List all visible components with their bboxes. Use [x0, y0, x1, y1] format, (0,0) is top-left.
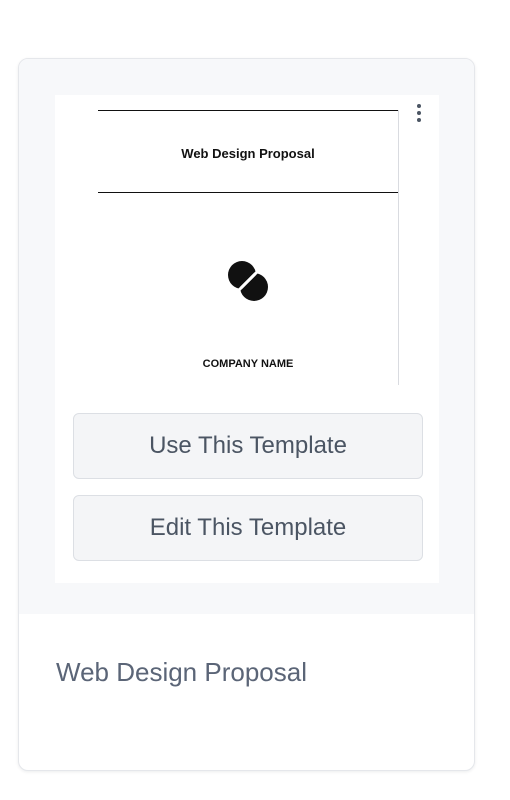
- document-title: Web Design Proposal: [181, 146, 315, 161]
- template-card[interactable]: Web Design Proposal COMPANY NAME Use Thi…: [18, 58, 475, 771]
- menu-dot: [417, 111, 421, 115]
- menu-dot: [417, 104, 421, 108]
- company-name: COMPANY NAME: [202, 358, 294, 370]
- company-logo-icon: [228, 261, 268, 301]
- template-preview-area: Web Design Proposal COMPANY NAME Use Thi…: [19, 59, 474, 614]
- menu-dot: [417, 118, 421, 122]
- header-rule: [98, 192, 398, 193]
- edit-template-button[interactable]: Edit This Template: [73, 495, 423, 561]
- use-template-button[interactable]: Use This Template: [73, 413, 423, 479]
- document-page-preview: Web Design Proposal COMPANY NAME: [98, 110, 399, 385]
- kebab-menu-icon[interactable]: [408, 95, 430, 131]
- template-title: Web Design Proposal: [56, 657, 307, 687]
- header-rule: [98, 110, 398, 111]
